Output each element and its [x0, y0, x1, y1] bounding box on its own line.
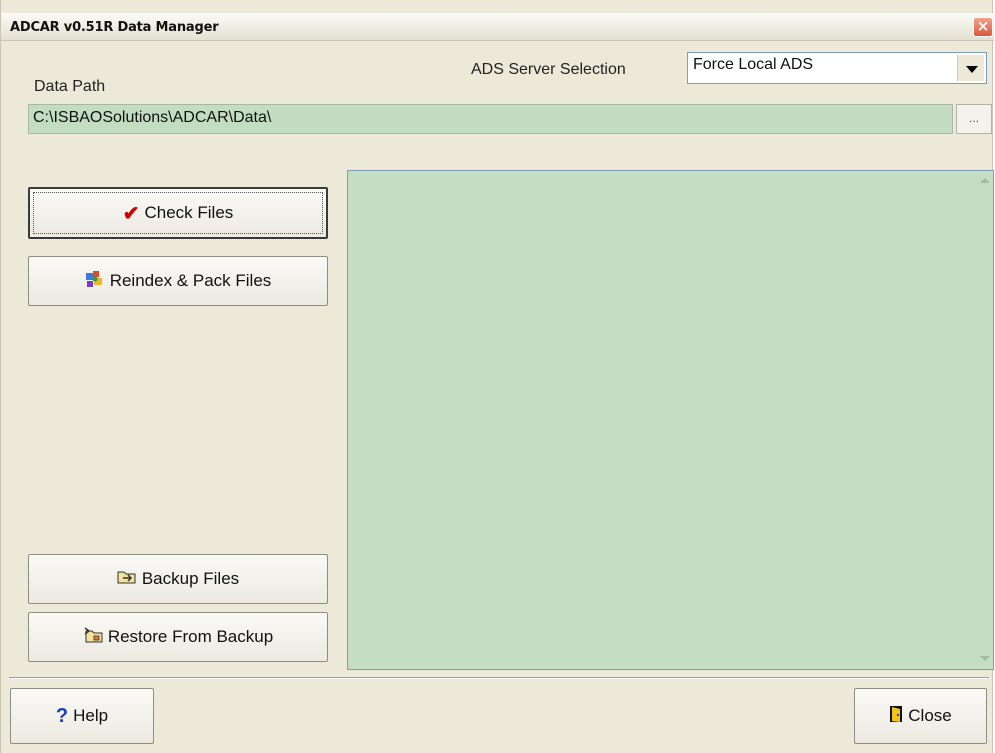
scroll-up-arrow-icon[interactable] [979, 175, 991, 187]
reindex-icon [85, 270, 105, 293]
close-label: Close [908, 706, 952, 725]
check-files-label: Check Files [144, 203, 234, 222]
folder-backup-icon [117, 569, 137, 590]
close-button[interactable]: Close [854, 688, 987, 744]
title-bar[interactable]: ADCAR v0.51R Data Manager × [1, 13, 994, 41]
data-manager-window: ADCAR v0.51R Data Manager × ADS Server S… [0, 0, 994, 753]
ads-server-select[interactable]: Force Local ADS [687, 52, 987, 84]
reindex-pack-label: Reindex & Pack Files [109, 271, 272, 290]
window-title: ADCAR v0.51R Data Manager [10, 20, 219, 35]
help-question-icon: ? [55, 704, 69, 727]
footer-divider [9, 677, 989, 679]
restore-from-backup-button[interactable]: Restore From Backup [28, 612, 328, 662]
scroll-down-arrow-icon[interactable] [979, 653, 991, 665]
check-files-button[interactable]: ✔ Check Files [28, 187, 328, 239]
ads-server-label: ADS Server Selection [471, 61, 626, 78]
reindex-pack-button[interactable]: Reindex & Pack Files [28, 256, 328, 306]
browse-button[interactable]: ... [956, 104, 992, 134]
folder-restore-icon [83, 626, 103, 648]
data-path-field[interactable]: C:\ISBAOSolutions\ADCAR\Data\ [28, 104, 953, 134]
check-icon: ✔ [122, 202, 140, 225]
window-close-icon[interactable]: × [973, 17, 993, 37]
backup-files-label: Backup Files [141, 569, 240, 588]
vertical-scrollbar[interactable] [976, 171, 993, 669]
help-label: Help [73, 706, 109, 725]
data-path-value: C:\ISBAOSolutions\ADCAR\Data\ [33, 109, 272, 126]
data-path-label: Data Path [34, 78, 106, 95]
dropdown-arrow-icon[interactable] [957, 55, 984, 81]
restore-from-backup-label: Restore From Backup [107, 627, 274, 646]
backup-files-button[interactable]: Backup Files [28, 554, 328, 604]
output-log-area[interactable] [347, 170, 994, 670]
door-exit-icon [889, 705, 903, 728]
ads-server-selected-value: Force Local ADS [693, 56, 814, 73]
help-button[interactable]: ? Help [10, 688, 154, 744]
